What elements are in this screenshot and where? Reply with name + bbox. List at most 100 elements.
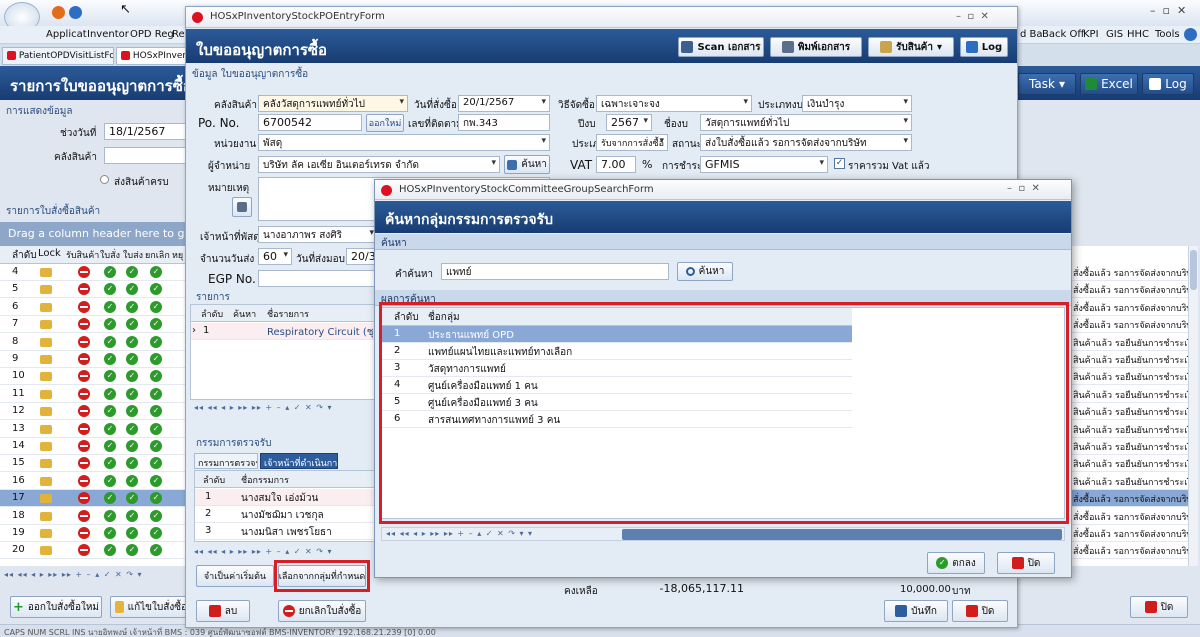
- col-order[interactable]: ใบสั่ง: [100, 248, 120, 262]
- status-row[interactable]: สินค้าแล้ว รอยืนยันการชำระเงิน: [1071, 334, 1188, 351]
- tab-staff[interactable]: เจ้าหน้าที่ดำเนินการ: [260, 453, 338, 469]
- officer-select[interactable]: นางอาภาพร สงศิริ: [258, 226, 378, 243]
- menu-item-gis[interactable]: GIS: [1106, 29, 1123, 40]
- tab-patient-opd[interactable]: PatientOPDVisitListForm: [2, 47, 114, 65]
- lock-icon[interactable]: [40, 424, 52, 434]
- lock-icon[interactable]: [40, 476, 52, 486]
- status-row[interactable]: สินค้าแล้ว รอยืนยันการชำระเงิน: [1071, 473, 1188, 490]
- order-row[interactable]: 4 ✓ ✓ ✓: [0, 264, 186, 281]
- col-item-search[interactable]: ค้นหา: [233, 307, 256, 321]
- menu-item-backoff[interactable]: Back Off: [1042, 29, 1084, 40]
- keyword-input[interactable]: แพทย์: [441, 263, 669, 280]
- po-no-input[interactable]: 6700542: [258, 114, 362, 131]
- default-button[interactable]: จำเป็นค่าเริ่มต้น: [196, 565, 274, 587]
- order-row[interactable]: 9 ✓ ✓ ✓: [0, 351, 186, 368]
- order-date-input[interactable]: 20/1/2567: [458, 95, 550, 112]
- order-row[interactable]: 19 ✓ ✓ ✓: [0, 525, 186, 542]
- lock-icon[interactable]: [40, 442, 52, 451]
- add-order-button[interactable]: + ออกใบสั่งซื้อใหม่: [10, 596, 102, 618]
- lock-icon[interactable]: [40, 302, 52, 312]
- col-committee-name[interactable]: ชื่อกรรมการ: [241, 473, 289, 487]
- order-row[interactable]: 15 ✓ ✓ ✓: [0, 455, 186, 473]
- egp-input[interactable]: [258, 270, 380, 287]
- ok-button[interactable]: ✓ ตกลง: [927, 552, 985, 574]
- menu-item-re[interactable]: Re: [172, 29, 185, 40]
- delivered-radio[interactable]: [100, 175, 109, 184]
- home-icon[interactable]: [52, 6, 65, 19]
- col-lock[interactable]: Lock: [38, 248, 61, 259]
- lock-icon[interactable]: [40, 529, 52, 538]
- order-row[interactable]: 6 ✓ ✓ ✓: [0, 299, 186, 316]
- payment-select[interactable]: GFMIS: [700, 156, 828, 173]
- lock-icon[interactable]: [40, 511, 52, 521]
- lock-icon[interactable]: [40, 459, 52, 469]
- method-select[interactable]: เฉพาะเจาะจง: [596, 95, 752, 112]
- col-receive[interactable]: รับสินค้า: [66, 248, 99, 262]
- result-grid-navigator[interactable]: ◂◂ ◂◂ ◂ ▸ ▸▸ ▸▸ + – ▴ ✓ ✕ ↷ ▾ ▾: [386, 529, 586, 541]
- tab-committee[interactable]: กรรมการตรวจรับ: [194, 453, 258, 469]
- order-row[interactable]: 14 ✓ ✓ ✓: [0, 438, 186, 455]
- status-row[interactable]: สั่งซื้อแล้ว รอการจัดส่งจากบริษั: [1071, 525, 1188, 542]
- state-select[interactable]: ส่งใบสั่งซื้อแล้ว รอการจัดส่งจากบริษัท: [700, 134, 912, 151]
- vendor-search-button[interactable]: ค้นหา: [504, 155, 550, 174]
- status-row[interactable]: สั่งซื้อแล้ว รอการจัดส่งจากบริษั: [1071, 264, 1188, 281]
- status-row[interactable]: สั่งซื้อแล้ว รอการจัดส่งจากบริษั: [1071, 299, 1188, 316]
- year-select[interactable]: 2567: [606, 114, 652, 131]
- status-row[interactable]: สั่งซื้อแล้ว รอการจัดส่งจากบริษั: [1071, 281, 1188, 299]
- col-committee-no[interactable]: ลำดับ: [203, 473, 225, 487]
- menu-item-app[interactable]: Applicat: [46, 29, 87, 40]
- lock-icon[interactable]: [40, 372, 52, 382]
- status-row[interactable]: สินค้าแล้ว รอยืนยันการชำระเงิน: [1071, 386, 1188, 403]
- lock-icon[interactable]: [40, 355, 52, 364]
- lock-icon[interactable]: [40, 285, 52, 295]
- new-number-button[interactable]: ออกใหม่: [366, 114, 404, 132]
- days-input[interactable]: 60: [258, 248, 292, 265]
- order-row[interactable]: 12 ✓ ✓ ✓: [0, 403, 186, 421]
- order-row[interactable]: 20 ✓ ✓ ✓: [0, 542, 186, 560]
- items-grid-navigator[interactable]: ◂◂ ◂◂ ◂ ▸ ▸▸ ▸▸ + – ▴ ✓ ✕ ↷ ▾: [194, 403, 380, 415]
- lock-icon[interactable]: [40, 407, 52, 417]
- lock-icon[interactable]: [40, 268, 52, 277]
- window-controls[interactable]: – ▫ ✕: [1150, 4, 1186, 17]
- delete-button[interactable]: ลบ: [196, 600, 250, 622]
- status-row[interactable]: สั่งซื้อแล้ว รอการจัดส่งจากบริษั: [1071, 490, 1188, 508]
- vat-input[interactable]: 7.00: [596, 156, 636, 173]
- excel-button[interactable]: Excel: [1080, 73, 1138, 95]
- edit-order-button[interactable]: แก้ไขใบสั่งซื้อ: [110, 596, 188, 618]
- order-row[interactable]: 7 ✓ ✓ ✓: [0, 316, 186, 334]
- col-ship[interactable]: ใบส่ง: [123, 248, 143, 262]
- committee-row[interactable]: 1 นางสมใจ เอ่งม้วน: [195, 489, 379, 506]
- log-button[interactable]: Log: [1142, 73, 1194, 95]
- orders-grid-navigator[interactable]: ◂◂ ◂◂ ◂ ▸ ▸▸ ▸▸ + – ▴ ✓ ✕ ↷ ▾: [4, 570, 184, 582]
- doc-no-input[interactable]: กพ.343: [458, 114, 550, 131]
- print-button[interactable]: พิมพ์เอกสาร: [770, 37, 862, 57]
- menu-item-hhc[interactable]: HHC: [1127, 29, 1149, 40]
- vat-included-checkbox[interactable]: ✓: [834, 158, 845, 169]
- order-row[interactable]: 13 ✓ ✓ ✓: [0, 421, 186, 438]
- order-row[interactable]: 17 ✓ ✓ ✓: [0, 490, 186, 508]
- order-row[interactable]: 11 ✓ ✓ ✓: [0, 386, 186, 403]
- committee-row[interactable]: 2 นางมัชฌิมา เวชกุล: [195, 506, 379, 523]
- main-close-button[interactable]: ปิด: [1130, 596, 1188, 618]
- type-select[interactable]: รับจากการสั่งซื้อ: [596, 134, 668, 151]
- committee-grid-navigator[interactable]: ◂◂ ◂◂ ◂ ▸ ▸▸ ▸▸ + – ▴ ✓ ✕ ↷ ▾: [194, 547, 380, 559]
- status-row[interactable]: สินค้าแล้ว รอยืนยันการชำระเงิน: [1071, 403, 1188, 421]
- order-row[interactable]: 18 ✓ ✓ ✓: [0, 508, 186, 525]
- po-close-button[interactable]: ปิด: [952, 600, 1008, 622]
- col-item-no[interactable]: ลำดับ: [201, 307, 223, 321]
- order-row[interactable]: 5 ✓ ✓ ✓: [0, 281, 186, 299]
- keyword-search-button[interactable]: ค้นหา: [677, 262, 733, 281]
- right-scrollbar[interactable]: [1188, 246, 1198, 566]
- status-row[interactable]: สั่งซื้อแล้ว รอการจัดส่งจากบริษั: [1071, 316, 1188, 334]
- menu-item-kpi[interactable]: KPI: [1083, 29, 1099, 40]
- menu-item-inventory[interactable]: Inventor: [87, 29, 129, 40]
- status-row[interactable]: สินค้าแล้ว รอยืนยันการชำระเงิน: [1071, 438, 1188, 455]
- tab-hosxp-inventory[interactable]: HOSxPInven: [116, 47, 186, 65]
- menu-item-db[interactable]: d Ba: [1020, 29, 1043, 40]
- cancel-order-button[interactable]: ยกเลิกใบสั่งซื้อ: [278, 600, 366, 622]
- note-clipboard-button[interactable]: [232, 197, 252, 217]
- status-row[interactable]: สินค้าแล้ว รอยืนยันการชำระเงิน: [1071, 421, 1188, 438]
- lock-icon[interactable]: [40, 320, 52, 330]
- status-row[interactable]: สั่งซื้อแล้ว รอการจัดส่งจากบริษั: [1071, 542, 1188, 560]
- col-cancel[interactable]: ยกเลิก: [145, 248, 170, 262]
